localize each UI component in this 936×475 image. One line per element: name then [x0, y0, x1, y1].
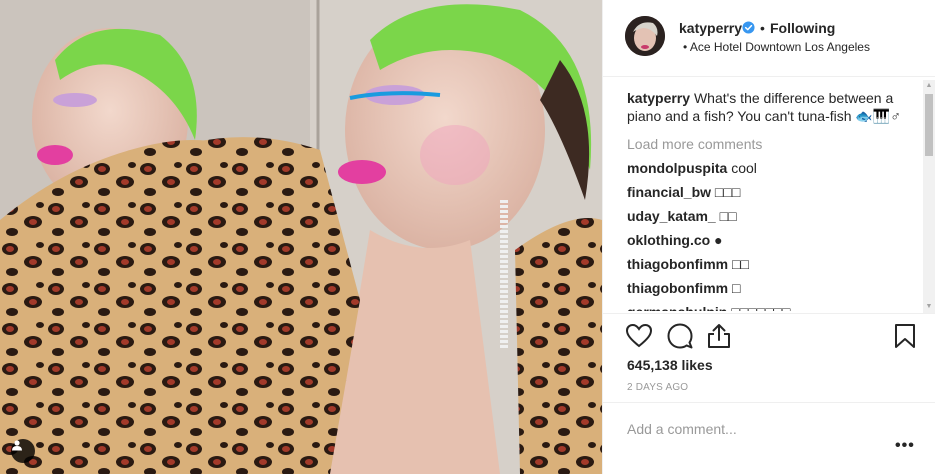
- comment-text: □□□: [714, 184, 741, 200]
- comment-text: ●: [714, 232, 723, 248]
- likes-count[interactable]: 645,138 likes: [627, 357, 713, 373]
- user-tag-icon[interactable]: [11, 439, 35, 463]
- add-comment-section: •••: [603, 402, 935, 475]
- comment-text: □: [732, 280, 741, 296]
- action-bar: [603, 313, 935, 314]
- load-more-comments-button[interactable]: Load more comments: [627, 135, 917, 153]
- comments-scrollbar[interactable]: ▲ ▼: [923, 80, 935, 313]
- more-options-icon[interactable]: •••: [895, 437, 915, 455]
- caption: katyperry What's the difference between …: [627, 89, 917, 125]
- comment-item: financial_bw □□□: [627, 183, 917, 201]
- comment-text: cool: [731, 160, 757, 176]
- scroll-up-arrow-icon[interactable]: ▲: [923, 80, 935, 92]
- comment-item: thiagobonfimm □□: [627, 255, 917, 273]
- verified-badge-icon: [742, 21, 755, 34]
- comment-text: □□: [732, 256, 749, 272]
- username-link[interactable]: katyperry: [679, 20, 742, 36]
- scrollbar-thumb[interactable]: [925, 94, 933, 156]
- bookmark-icon[interactable]: [891, 322, 919, 350]
- comment-username[interactable]: uday_katam_: [627, 208, 716, 224]
- scroll-down-arrow-icon[interactable]: ▼: [923, 301, 935, 313]
- post-image: [0, 0, 602, 474]
- location-link[interactable]: • Ace Hotel Downtown Los Angeles: [683, 40, 870, 54]
- comment-item: germanshulpin □□□□□□□: [627, 303, 917, 311]
- comment-item: mondolpuspita cool: [627, 159, 917, 177]
- comment-item: oklothing.co ●: [627, 231, 917, 249]
- avatar[interactable]: [625, 16, 665, 56]
- comment-username[interactable]: germanshulpin: [627, 304, 727, 311]
- post-timestamp[interactable]: 2 DAYS AGO: [627, 382, 688, 393]
- post-photo[interactable]: [0, 0, 602, 474]
- add-comment-input[interactable]: [627, 421, 887, 437]
- comments-list: katyperry What's the difference between …: [627, 89, 917, 311]
- comment-icon[interactable]: [666, 322, 694, 350]
- comment-item: thiagobonfimm □: [627, 279, 917, 297]
- caption-username[interactable]: katyperry: [627, 90, 690, 106]
- post-header: katyperry • Following • Ace Hotel Downto…: [603, 0, 935, 77]
- comment-text: □□□□□□□: [731, 304, 790, 311]
- separator-dot: •: [760, 20, 765, 36]
- comment-username[interactable]: thiagobonfimm: [627, 256, 728, 272]
- following-button[interactable]: Following: [770, 20, 835, 36]
- heart-icon[interactable]: [625, 322, 653, 350]
- comment-username[interactable]: mondolpuspita: [627, 160, 727, 176]
- share-icon[interactable]: [705, 322, 733, 350]
- comment-text: □□: [719, 208, 737, 224]
- comment-username[interactable]: financial_bw: [627, 184, 711, 200]
- comment-item: uday_katam_ □□: [627, 207, 917, 225]
- comment-username[interactable]: thiagobonfimm: [627, 280, 728, 296]
- post-sidebar: katyperry • Following • Ace Hotel Downto…: [602, 0, 936, 474]
- comment-username[interactable]: oklothing.co: [627, 232, 710, 248]
